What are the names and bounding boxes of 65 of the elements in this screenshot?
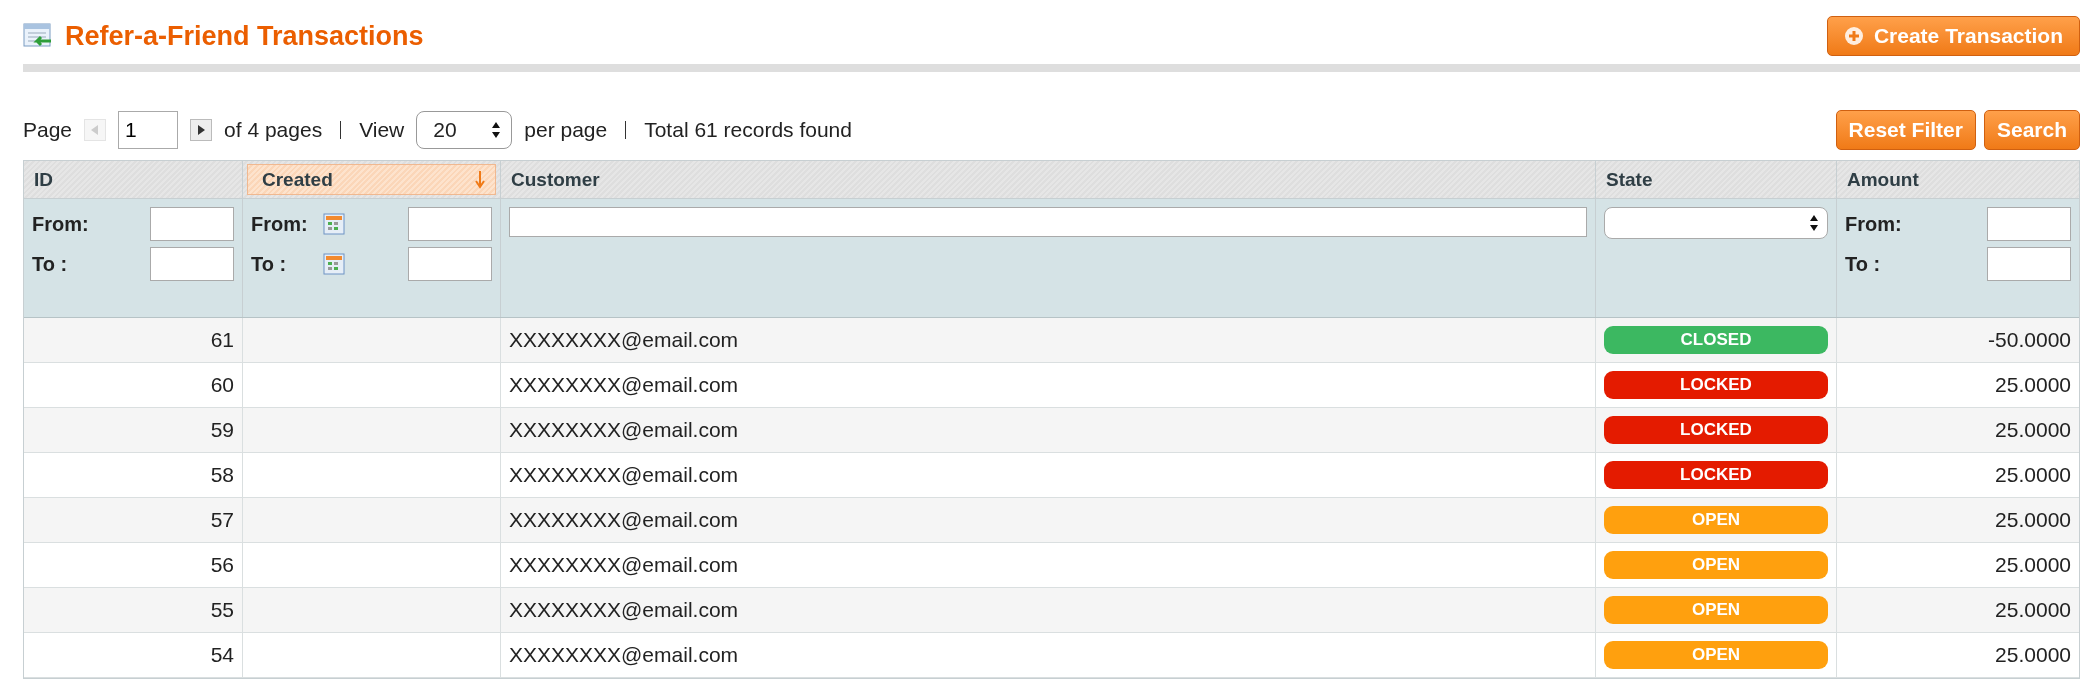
per-page-select[interactable]: 20 <box>416 111 513 149</box>
filter-label: From: <box>1845 212 1903 236</box>
view-label: View <box>359 118 405 142</box>
per-page-label: per page <box>524 118 608 142</box>
page-number-field[interactable]: 1 <box>118 111 179 149</box>
state-badge: OPEN <box>1604 506 1828 534</box>
amount-cell-text: 25.0000 <box>1994 597 2072 623</box>
amount-cell-text: 25.0000 <box>1994 552 2072 578</box>
amount-cell-text: 25.0000 <box>1994 372 2072 398</box>
state-badge: CLOSED <box>1604 326 1828 354</box>
filter-field[interactable] <box>408 247 492 281</box>
customer-cell: XXXXXXXX@email.com <box>501 408 1596 452</box>
id-cell: 59 <box>24 408 243 452</box>
plus-icon <box>1843 26 1864 46</box>
amount-cell-text: 25.0000 <box>1994 462 2072 488</box>
filter-label: To : <box>32 252 69 276</box>
calendar-icon[interactable] <box>323 213 345 235</box>
filter-field[interactable] <box>408 207 492 241</box>
amount-cell-text: 25.0000 <box>1994 507 2072 533</box>
filter-label: To : <box>251 252 288 276</box>
next-page-button[interactable] <box>190 119 213 141</box>
state-badge: LOCKED <box>1604 461 1828 489</box>
state-badge: LOCKED <box>1604 371 1828 399</box>
id-cell: 60 <box>24 363 243 407</box>
state-badge: OPEN <box>1604 551 1828 579</box>
calendar-icon[interactable] <box>323 253 345 275</box>
id-cell: 61 <box>24 318 243 362</box>
amount-cell-text: 25.0000 <box>1994 417 2072 443</box>
customer-cell: XXXXXXXX@email.com <box>501 363 1596 407</box>
records-total: Total 61 records found <box>644 118 852 142</box>
id-cell: 56 <box>24 543 243 587</box>
amount-cell-text: -50.0000 <box>1987 327 2072 353</box>
filter-field[interactable] <box>1987 207 2071 241</box>
page-title: Refer-a-Friend Transactions <box>65 20 424 52</box>
customer-cell: XXXXXXXX@email.com <box>501 453 1596 497</box>
updown-arrows-icon <box>1809 214 1819 232</box>
id-cell: 54 <box>24 633 243 677</box>
previous-page-button[interactable] <box>84 119 107 141</box>
state-badge: LOCKED <box>1604 416 1828 444</box>
filter-field[interactable] <box>1987 247 2071 281</box>
customer-cell: XXXXXXXX@email.com <box>501 633 1596 677</box>
id-cell: 55 <box>24 588 243 632</box>
state-badge: OPEN <box>1604 596 1828 624</box>
filter-field[interactable] <box>150 247 234 281</box>
filter-field[interactable] <box>150 207 234 241</box>
amount-cell-text: 25.0000 <box>1994 642 2072 668</box>
customer-filter-field[interactable] <box>509 207 1587 237</box>
customer-cell: XXXXXXXX@email.com <box>501 588 1596 632</box>
column-header[interactable]: Created <box>247 164 496 195</box>
filter-label: To : <box>1845 252 1882 276</box>
right-triangle-icon <box>197 125 206 135</box>
left-triangle-icon <box>91 125 100 135</box>
page-count-text: of 4 pages <box>224 118 323 142</box>
page-label: Page <box>23 118 73 142</box>
state-badge: OPEN <box>1604 641 1828 669</box>
customer-cell: XXXXXXXX@email.com <box>501 498 1596 542</box>
customer-cell: XXXXXXXX@email.com <box>501 543 1596 587</box>
id-cell: 58 <box>24 453 243 497</box>
state-filter-select[interactable] <box>1604 207 1828 239</box>
customer-cell: XXXXXXXX@email.com <box>501 318 1596 362</box>
id-cell: 57 <box>24 498 243 542</box>
down-arrow-icon <box>475 170 485 189</box>
updown-arrows-icon <box>491 121 502 139</box>
filter-label: From: <box>251 212 309 236</box>
filter-label: From: <box>32 212 90 236</box>
